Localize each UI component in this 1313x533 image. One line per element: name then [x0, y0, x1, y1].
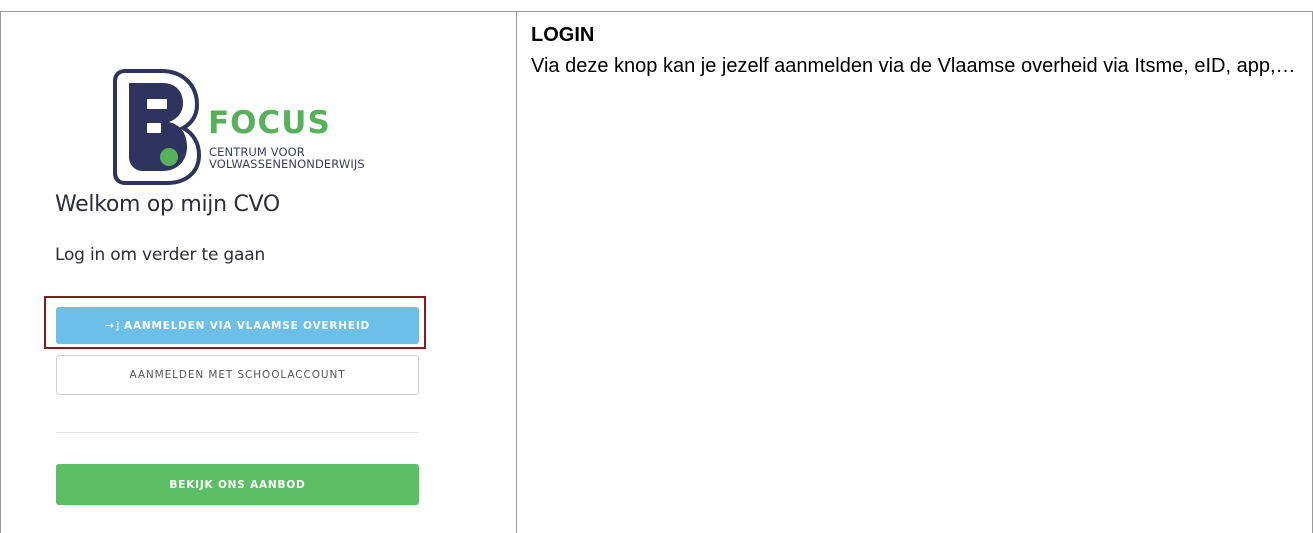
- login-subtitle: Log in om verder te gaan: [55, 245, 266, 265]
- login-screenshot-cell: FOCUS CENTRUM VOOR VOLWASSENENONDERWIJS …: [1, 12, 516, 533]
- document-table: FOCUS CENTRUM VOOR VOLWASSENENONDERWIJS …: [0, 11, 1313, 533]
- logo-wordmark: FOCUS: [208, 105, 331, 141]
- focus-logo: FOCUS CENTRUM VOOR VOLWASSENENONDERWIJS: [111, 67, 376, 187]
- vlaamse-overheid-login-button[interactable]: →] AANMELDEN VIA VLAAMSE OVERHEID: [56, 307, 419, 344]
- description-title: LOGIN: [531, 24, 595, 46]
- logo-subtitle: CENTRUM VOOR VOLWASSENENONDERWIJS: [209, 146, 379, 170]
- focus-f-mark-icon: [113, 69, 201, 185]
- login-arrow-icon: →]: [104, 319, 121, 332]
- welcome-heading: Welkom op mijn CVO: [55, 192, 280, 217]
- table-column-divider: [516, 11, 517, 533]
- school-account-login-label: AANMELDEN MET SCHOOLACCOUNT: [129, 369, 346, 381]
- school-account-login-button[interactable]: AANMELDEN MET SCHOOLACCOUNT: [56, 355, 419, 395]
- description-body: Via deze knop kan je jezelf aanmelden vi…: [531, 55, 1296, 77]
- divider: [56, 432, 419, 433]
- logo-subtitle-line2: VOLWASSENENONDERWIJS: [209, 157, 365, 171]
- view-offer-label: BEKIJK ONS AANBOD: [169, 478, 306, 491]
- view-offer-button[interactable]: BEKIJK ONS AANBOD: [56, 464, 419, 505]
- vlaamse-overheid-login-label: AANMELDEN VIA VLAAMSE OVERHEID: [124, 319, 371, 332]
- description-cell: LOGIN Via deze knop kan je jezelf aanmel…: [531, 21, 1301, 80]
